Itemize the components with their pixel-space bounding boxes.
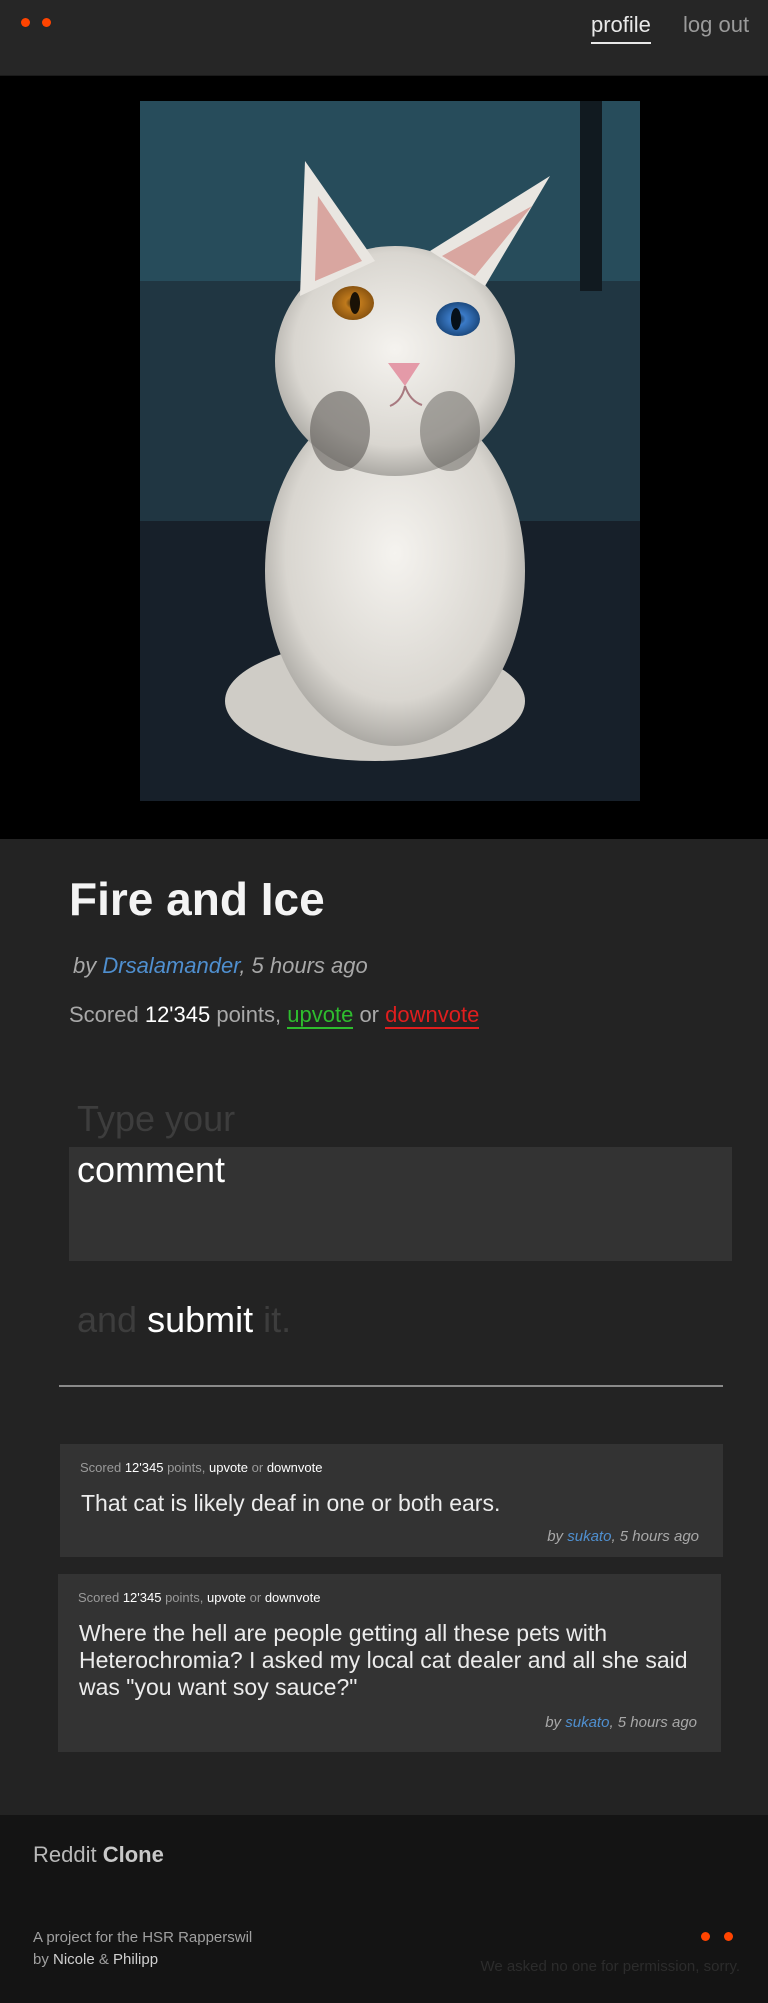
amp: & [94, 1951, 114, 1968]
post-image-stage [0, 76, 768, 839]
or-label: or [246, 1590, 265, 1605]
post-byline: by Drsalamander, 5 hours ago [73, 953, 368, 979]
divider [59, 1385, 723, 1387]
comment-author-link[interactable]: sukato [565, 1714, 609, 1731]
post-downvote-link[interactable]: downvote [385, 1002, 480, 1029]
post-upvote-link[interactable]: upvote [287, 1002, 354, 1029]
top-bar: profile log out [0, 0, 768, 76]
footer-info: A project for the HSR Rapperswil by Nico… [33, 1927, 252, 1971]
comment-time: , 5 hours ago [609, 1714, 697, 1731]
footer-dot-icon [701, 1932, 710, 1941]
footer-brand: Reddit Clone [33, 1842, 164, 1868]
comment-item: Scored 12'345 points, upvote or downvote… [58, 1574, 721, 1752]
post-image [140, 101, 640, 801]
score-suffix: points, [161, 1590, 207, 1605]
brand-bold: Clone [102, 1842, 164, 1867]
comment-input-placeholder: comment [77, 1149, 226, 1190]
footer-note: We asked no one for permission, sorry. [480, 1958, 740, 1975]
comment-upvote-link[interactable]: upvote [207, 1590, 246, 1605]
comment-item: Scored 12'345 points, upvote or downvote… [60, 1444, 723, 1557]
by-prefix: by [547, 1528, 568, 1545]
or-label: or [353, 1002, 386, 1027]
post-score: 12'345 [144, 1002, 211, 1027]
comment-byline: by sukato, 5 hours ago [547, 1528, 699, 1545]
author-name: Nicole [53, 1951, 95, 1968]
submit-button[interactable]: submit [147, 1299, 253, 1340]
comment-text: Where the hell are people getting all th… [79, 1620, 688, 1700]
by-prefix: by [33, 1951, 54, 1968]
comment-downvote-link[interactable]: downvote [265, 1590, 321, 1605]
or-label: or [248, 1460, 267, 1475]
comment-author-link[interactable]: sukato [567, 1528, 611, 1545]
score-prefix: Scored [69, 1002, 145, 1027]
score-prefix: Scored [80, 1460, 125, 1475]
comment-score-line: Scored 12'345 points, upvote or downvote [80, 1460, 322, 1475]
comment-input[interactable]: comment [69, 1147, 732, 1261]
comment-prompt: Type your [77, 1098, 236, 1139]
comment-byline: by sukato, 5 hours ago [545, 1714, 697, 1731]
post-title: Fire and Ice [69, 873, 325, 925]
logo-dot-icon [21, 18, 30, 27]
footer: Reddit Clone A project for the HSR Rappe… [0, 1815, 768, 2003]
prompt-and: and [77, 1299, 148, 1340]
comment-downvote-link[interactable]: downvote [267, 1460, 323, 1475]
score-suffix: points, [210, 1002, 288, 1027]
nav-profile-link[interactable]: profile [591, 12, 651, 44]
submit-line: and submit it. [77, 1299, 291, 1341]
comment-text: That cat is likely deaf in one or both e… [81, 1490, 501, 1516]
logo-dot-icon [42, 18, 51, 27]
by-prefix: by [545, 1714, 566, 1731]
footer-dot-icon [724, 1932, 733, 1941]
comment-time: , 5 hours ago [611, 1528, 699, 1545]
post-author-link[interactable]: Drsalamander [102, 953, 239, 978]
byline-prefix: by [73, 953, 103, 978]
prompt-end: it. [253, 1299, 292, 1340]
comment-score-line: Scored 12'345 points, upvote or downvote [78, 1590, 320, 1605]
post-time: , 5 hours ago [239, 953, 368, 978]
comment-upvote-link[interactable]: upvote [209, 1460, 248, 1475]
score-suffix: points, [163, 1460, 209, 1475]
cat-photo-illustration [140, 101, 640, 801]
post-score-line: Scored 12'345 points, upvote or downvote [69, 1002, 480, 1029]
brand-light: Reddit [33, 1842, 103, 1867]
nav-logout-link[interactable]: log out [683, 12, 749, 38]
footer-info-line1: A project for the HSR Rapperswil [33, 1929, 253, 1946]
footer-info-line2: by Nicole & Philipp [33, 1949, 252, 1971]
author-name: Philipp [113, 1951, 159, 1968]
comment-score: 12'345 [124, 1460, 164, 1475]
comment-score: 12'345 [122, 1590, 162, 1605]
score-prefix: Scored [78, 1590, 123, 1605]
